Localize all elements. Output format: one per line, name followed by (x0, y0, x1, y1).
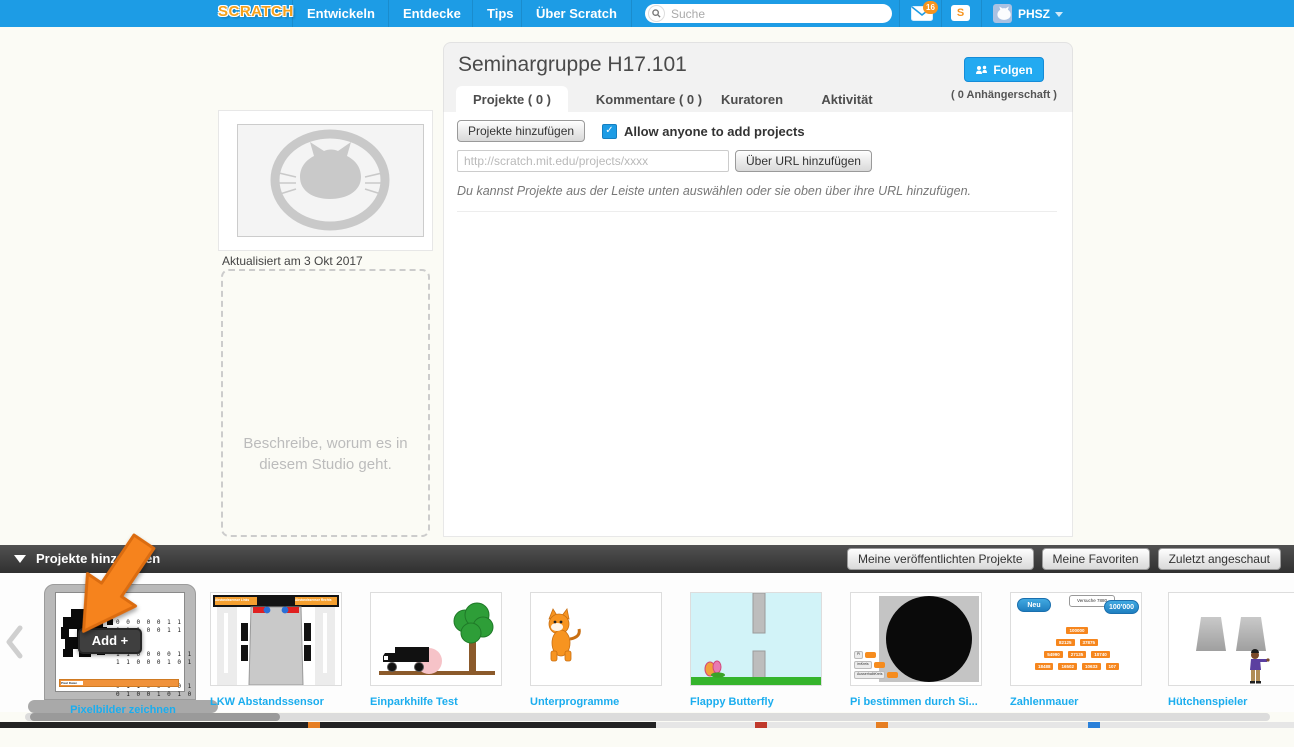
project-title[interactable]: Flappy Butterfly (690, 696, 822, 708)
project-image (370, 592, 502, 686)
project-image: Neu Versuche 7880 100'000 100000 8212537… (1010, 592, 1142, 686)
add-projects-button[interactable]: Projekte hinzufügen (457, 120, 585, 142)
studio-avatar-panel (218, 110, 433, 251)
project-carousel: 0 0 0 0 0 1 10 1 1 0 0 1 1 1 1 0 0 0 0 1… (0, 573, 1294, 712)
add-projects-hint: Du kannst Projekte aus der Leiste unten … (457, 184, 971, 198)
nav-link-tips[interactable]: Tips (487, 6, 514, 21)
follow-button-label: Folgen (993, 63, 1032, 77)
carousel-left-icon[interactable] (4, 625, 24, 664)
search-input[interactable] (669, 6, 892, 22)
nav-divider (981, 0, 982, 27)
pixel-data-label: Pixel Daten (61, 681, 83, 685)
project-image (530, 592, 662, 686)
projects-tab-content: Projekte hinzufügen ✓ Allow anyone to ad… (443, 112, 1073, 537)
my-stuff-icon[interactable]: S (951, 5, 970, 21)
studio-title: Seminargruppe H17.101 (458, 53, 687, 77)
sensor-left-label: Abstandssensor Links (215, 597, 255, 604)
studio-avatar-image (237, 124, 424, 237)
nav-divider (521, 0, 522, 27)
username-label[interactable]: PHSZ (1018, 7, 1050, 21)
my-shared-projects-button[interactable]: Meine veröffentlichten Projekte (847, 548, 1034, 570)
nav-divider (292, 0, 293, 27)
nav-link-entdecke[interactable]: Entdecke (403, 6, 461, 21)
scratch-logo[interactable]: SCRATCH (218, 3, 294, 20)
project-thumbnail-zahlenmauer[interactable]: Neu Versuche 7880 100'000 100000 8212537… (1010, 592, 1142, 708)
dock-title: Projekte hinzufügen (36, 551, 160, 566)
studio-description-placeholder[interactable]: Beschreibe, worum es in diesem Studio ge… (221, 269, 430, 537)
tab-aktivitaet[interactable]: Aktivität (812, 86, 882, 112)
project-image (1168, 592, 1294, 686)
bottom-strip-detail (876, 722, 888, 728)
project-title[interactable]: Unterprogramme (530, 696, 662, 708)
project-thumbnail-lkw[interactable]: Abstandssensor Links Abstandssensor Rech… (210, 592, 342, 708)
bottom-strip-detail (755, 722, 767, 728)
add-by-url-button[interactable]: Über URL hinzufügen (735, 150, 872, 172)
project-dock-bar: Projekte hinzufügen Meine veröffentlicht… (0, 545, 1294, 573)
follow-button[interactable]: Folgen (964, 57, 1044, 82)
neu-button: Neu (1017, 598, 1051, 612)
tab-projekte[interactable]: Projekte ( 0 ) (456, 86, 568, 112)
project-thumbnail-unterprogramme[interactable]: Unterprogramme (530, 592, 662, 708)
project-thumbnail-flappy[interactable]: Flappy Butterfly (690, 592, 822, 708)
project-title[interactable]: Hütchenspieler (1168, 696, 1294, 708)
nav-link-ueber-scratch[interactable]: Über Scratch (536, 6, 617, 21)
description-line: Beschreibe, worum es in (223, 433, 428, 454)
allow-anyone-label: Allow anyone to add projects (624, 124, 805, 139)
bottom-strip-detail (308, 722, 320, 728)
project-thumbnail-einparkhilfe[interactable]: Einparkhilfe Test (370, 592, 502, 708)
nav-divider (631, 0, 632, 27)
cat-placeholder-icon (238, 125, 423, 236)
project-thumbnail-huetchenspieler[interactable]: Hütchenspieler (1168, 592, 1294, 708)
updated-date: Aktualisiert am 3 Okt 2017 (222, 254, 363, 268)
my-favorites-button[interactable]: Meine Favoriten (1042, 548, 1150, 570)
search-box (645, 4, 892, 23)
project-thumbnail-pi[interactable]: Pi imKreis AusserhalbKreis Pi bestimmen … (850, 592, 982, 708)
bottom-window-strip (0, 722, 656, 728)
chevron-down-icon[interactable] (1055, 12, 1063, 17)
tab-kommentare[interactable]: Kommentare ( 0 ) (594, 86, 704, 112)
total-button: 100'000 (1104, 600, 1139, 614)
variable-readout: AusserhalbKreis (854, 671, 898, 679)
project-title[interactable]: Zahlenmauer (1010, 696, 1142, 708)
nav-link-entwickeln[interactable]: Entwickeln (307, 6, 375, 21)
nav-divider (899, 0, 900, 27)
content-divider (457, 211, 1057, 212)
user-avatar[interactable] (993, 4, 1012, 23)
top-nav-bar: SCRATCH Entwickeln Entdecke Tips Über Sc… (0, 0, 1294, 27)
project-url-input[interactable] (457, 150, 729, 172)
search-icon (648, 5, 665, 22)
carousel-scrollbar-thumb[interactable] (30, 713, 280, 721)
project-image: Abstandssensor Links Abstandssensor Rech… (210, 592, 342, 686)
number-wall: 100000 8212537875 549902713510740 184881… (1019, 627, 1135, 675)
laptop-base: Pixelbilder zeichnen (28, 700, 218, 713)
variable-readout: imKreis (854, 661, 885, 669)
nav-divider (388, 0, 389, 27)
followers-count: ( 0 Anhängerschaft ) (939, 89, 1069, 101)
messages-icon[interactable]: 16 (911, 6, 933, 21)
check-icon: ✓ (605, 125, 613, 136)
project-image: Pi imKreis AusserhalbKreis (850, 592, 982, 686)
studio-header-panel: Seminargruppe H17.101 Folgen ( 0 Anhänge… (443, 42, 1073, 112)
recently-viewed-button[interactable]: Zuletzt angeschaut (1158, 548, 1281, 570)
nav-divider (941, 0, 942, 27)
project-title[interactable]: Pi bestimmen durch Si... (850, 696, 982, 708)
project-title[interactable]: LKW Abstandssensor (210, 696, 342, 708)
project-image (690, 592, 822, 686)
nav-divider (472, 0, 473, 27)
allow-anyone-checkbox[interactable]: ✓ (602, 124, 617, 139)
bottom-strip-detail (1088, 722, 1100, 728)
bottom-window-strip (656, 722, 1294, 728)
project-title[interactable]: Einparkhilfe Test (370, 696, 502, 708)
variable-readout: Pi (854, 651, 876, 659)
scratch-cat-art (531, 593, 661, 685)
messages-count-badge: 16 (923, 1, 938, 14)
followers-icon (975, 65, 988, 75)
tab-kuratoren[interactable]: Kuratoren (712, 86, 792, 112)
pixel-data-strip: Pixel Daten (59, 679, 179, 687)
sensor-right-label: Abstandssensor Rechts (295, 597, 335, 604)
description-line: diesem Studio geht. (223, 454, 428, 475)
collapse-triangle-icon[interactable] (14, 555, 26, 563)
add-project-overlay-button[interactable]: Add + (78, 628, 142, 654)
